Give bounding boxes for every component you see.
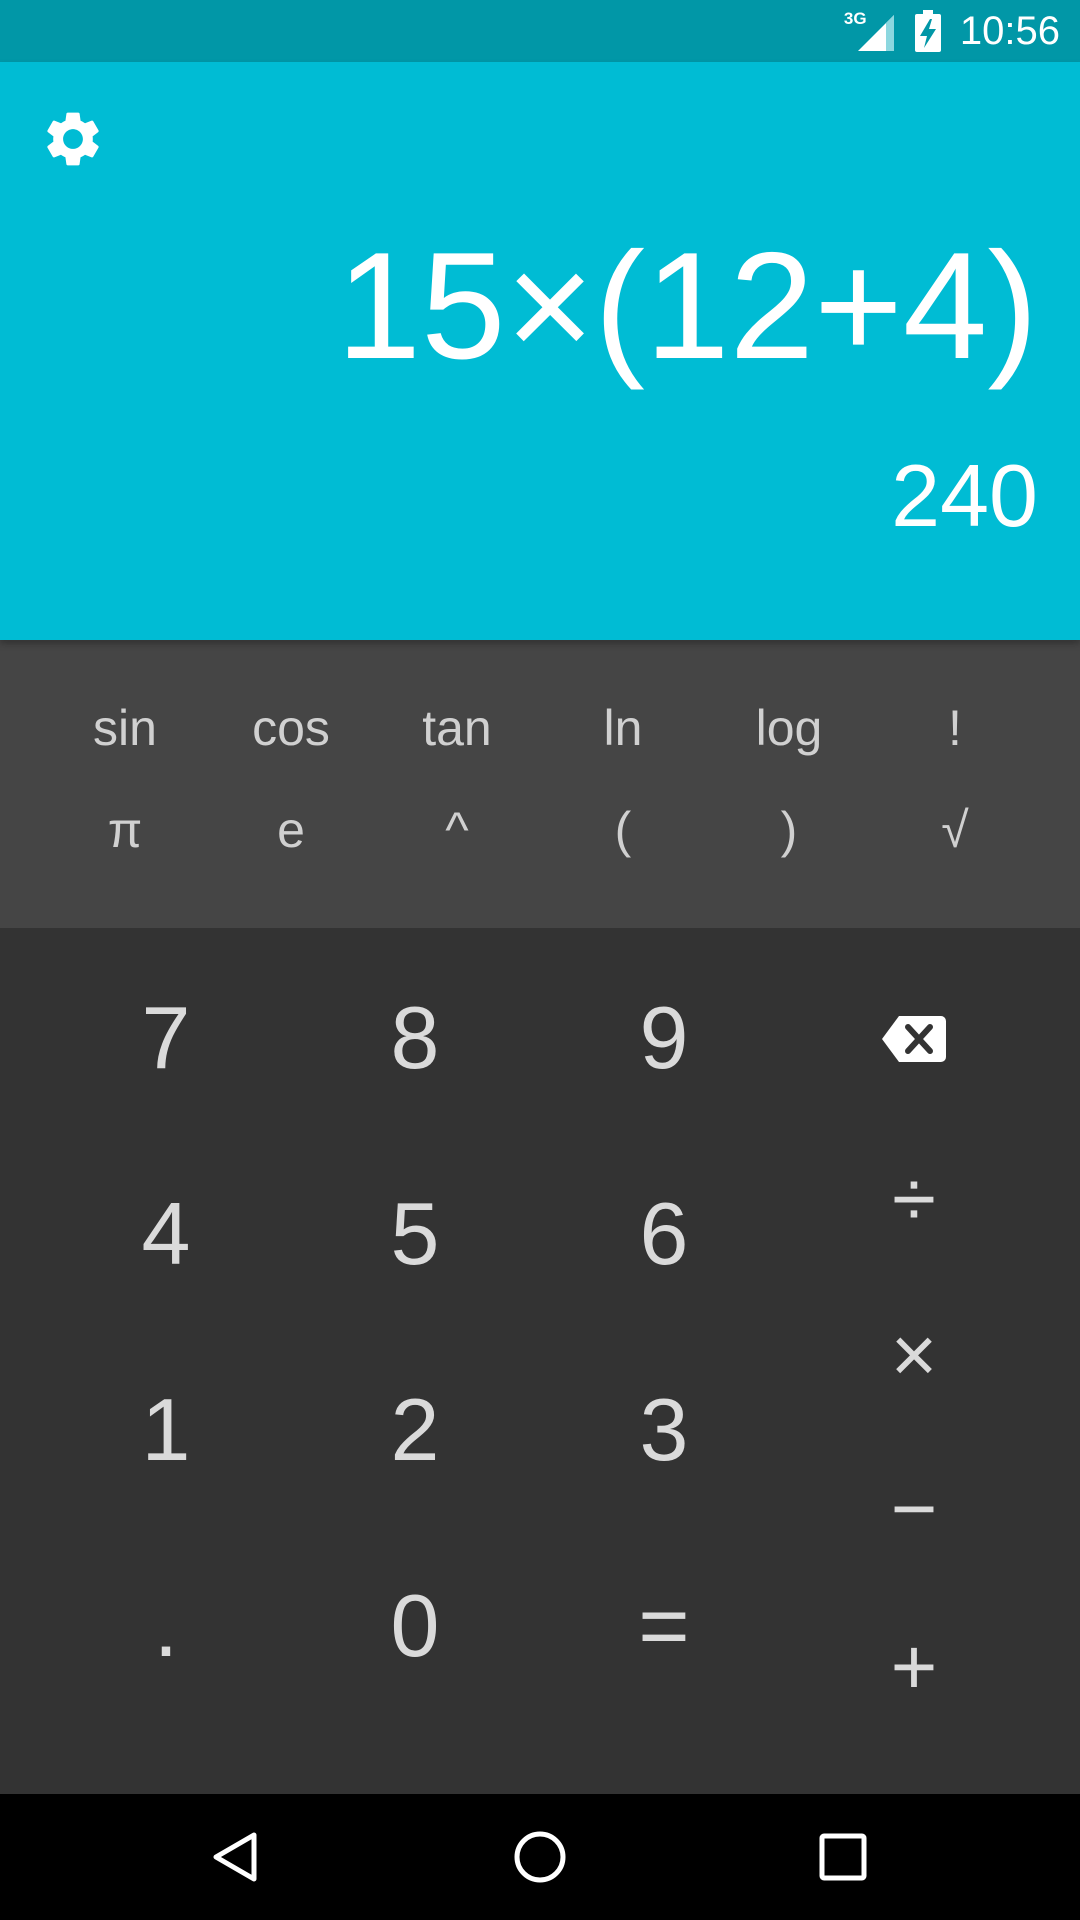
back-button[interactable] [198,1819,274,1895]
home-button[interactable] [502,1819,578,1895]
digit-1-button[interactable]: 1 [42,1332,290,1528]
factorial-button[interactable]: ! [872,678,1038,778]
digit-4-button[interactable]: 4 [42,1136,290,1332]
status-bar: 3G 10:56 [0,0,1080,62]
pi-button[interactable]: π [42,780,208,880]
digit-8-button[interactable]: 8 [291,940,539,1136]
add-button[interactable]: + [790,1592,1038,1742]
divide-button[interactable]: ÷ [790,1124,1038,1274]
digit-6-button[interactable]: 6 [540,1136,788,1332]
advanced-row-2: π e ^ ( ) √ [42,780,1038,880]
advanced-row-1: sin cos tan ln log ! [42,678,1038,778]
recents-button[interactable] [805,1819,881,1895]
right-paren-button[interactable]: ) [706,780,872,880]
cos-button[interactable]: cos [208,678,374,778]
delete-button[interactable] [790,964,1038,1114]
main-pad: 7 8 9 4 5 6 1 2 3 . 0 = ÷ × − + [0,928,1080,1794]
multiply-button[interactable]: × [790,1280,1038,1430]
digit-5-button[interactable]: 5 [291,1136,539,1332]
status-clock: 10:56 [959,8,1060,53]
recents-square-icon [819,1833,867,1881]
digit-9-button[interactable]: 9 [540,940,788,1136]
digit-2-button[interactable]: 2 [291,1332,539,1528]
digit-grid: 7 8 9 4 5 6 1 2 3 . 0 = [0,928,830,1794]
operator-column: ÷ × − + [790,928,1038,1794]
expression-display[interactable]: 15×(12+4) [337,230,1038,382]
ln-button[interactable]: ln [540,678,706,778]
advanced-pad: sin cos tan ln log ! π e ^ ( ) √ [0,640,1080,928]
digit-7-button[interactable]: 7 [42,940,290,1136]
digit-0-button[interactable]: 0 [291,1528,539,1724]
home-circle-icon [514,1831,566,1883]
result-display: 240 [891,446,1038,545]
backspace-icon [882,1016,946,1062]
gear-icon [47,112,99,166]
subtract-button[interactable]: − [790,1434,1038,1584]
sqrt-button[interactable]: √ [872,780,1038,880]
network-indicator: 3G [844,9,896,53]
calculator-display: 15×(12+4) 240 [0,62,1080,640]
back-triangle-icon [213,1832,257,1882]
e-button[interactable]: e [208,780,374,880]
navigation-bar [0,1794,1080,1920]
tan-button[interactable]: tan [374,678,540,778]
battery-charging-icon [914,10,941,52]
digit-3-button[interactable]: 3 [540,1332,788,1528]
cell-signal-icon [857,15,894,51]
settings-button[interactable] [40,106,106,172]
log-button[interactable]: log [706,678,872,778]
decimal-point-button[interactable]: . [42,1528,290,1724]
equals-button[interactable]: = [540,1528,788,1724]
power-button[interactable]: ^ [374,780,540,880]
left-paren-button[interactable]: ( [540,780,706,880]
sin-button[interactable]: sin [42,678,208,778]
